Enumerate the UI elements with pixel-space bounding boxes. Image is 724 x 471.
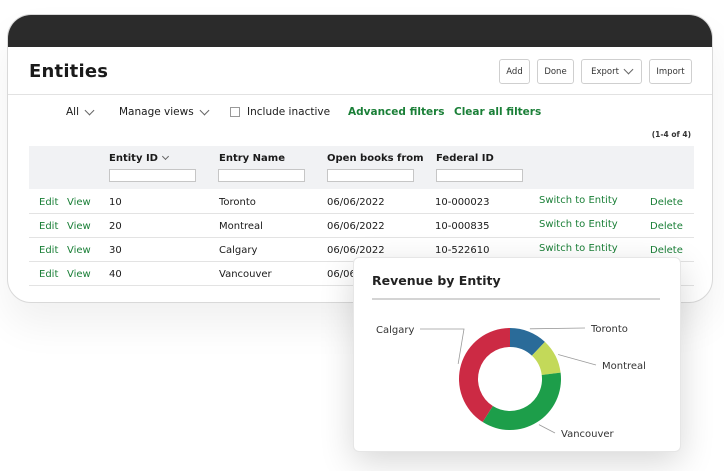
- chevron-down-icon: [84, 105, 95, 115]
- leader-line-toronto: [529, 327, 586, 330]
- donut-slice-calgary[interactable]: [458, 328, 510, 423]
- add-button-label: Add: [506, 66, 523, 77]
- view-link[interactable]: View: [67, 269, 91, 280]
- clear-all-filters-link[interactable]: Clear all filters: [454, 105, 541, 119]
- done-button-label: Done: [544, 66, 567, 77]
- export-button[interactable]: Export: [581, 59, 642, 84]
- sort-descending-icon: [161, 152, 170, 160]
- entry-name-filter-input[interactable]: [218, 169, 305, 182]
- entity-id-cell: 30: [109, 245, 122, 256]
- edit-link[interactable]: Edit: [39, 197, 58, 208]
- chevron-down-icon: [623, 64, 634, 75]
- add-button[interactable]: Add: [499, 59, 530, 84]
- import-button[interactable]: Import: [649, 59, 692, 84]
- entry-name-cell: Montreal: [219, 221, 263, 232]
- switch-to-entity-link[interactable]: Switch to Entity: [539, 219, 618, 230]
- include-inactive-toggle[interactable]: Include inactive: [230, 105, 330, 119]
- import-button-label: Import: [656, 66, 685, 77]
- include-inactive-label: Include inactive: [247, 106, 331, 118]
- page-title: Entities: [29, 61, 109, 82]
- manage-views-dropdown[interactable]: Manage views: [119, 105, 210, 119]
- entity-id-filter-input[interactable]: [109, 169, 196, 182]
- delete-link[interactable]: Delete: [650, 245, 683, 256]
- federal-id-cell: 10-000023: [435, 197, 490, 208]
- view-link[interactable]: View: [67, 245, 91, 256]
- column-header-entity-id[interactable]: Entity ID: [109, 152, 170, 164]
- column-header-open-books-from[interactable]: Open books from: [327, 153, 424, 164]
- manage-views-label: Manage views: [119, 106, 194, 118]
- window-title-bar: [8, 15, 712, 47]
- federal-id-cell: 10-000835: [435, 221, 490, 232]
- entry-name-cell: Toronto: [219, 197, 256, 208]
- export-button-label: Export: [591, 66, 619, 77]
- slice-label-toronto: Toronto: [590, 324, 628, 335]
- chevron-down-icon: [199, 105, 210, 115]
- slice-label-calgary: Calgary: [376, 325, 414, 336]
- view-selector-label: All: [66, 106, 80, 118]
- federal-id-filter-input[interactable]: [436, 169, 523, 182]
- slice-label-vancouver: Vancouver: [561, 429, 615, 440]
- entity-id-cell: 40: [109, 269, 122, 280]
- view-selector[interactable]: All: [66, 105, 95, 119]
- column-header-federal-id[interactable]: Federal ID: [436, 153, 494, 164]
- open-books-cell: 06/06/2022: [327, 197, 385, 208]
- entity-id-cell: 10: [109, 197, 122, 208]
- edit-link[interactable]: Edit: [39, 269, 58, 280]
- view-link[interactable]: View: [67, 197, 91, 208]
- donut-slice-vancouver[interactable]: [482, 372, 561, 431]
- table-row: Edit View 10 Toronto 06/06/2022 10-00002…: [29, 190, 694, 214]
- leader-line-vancouver: [538, 424, 556, 434]
- include-inactive-checkbox[interactable]: [230, 107, 240, 117]
- entry-name-cell: Calgary: [219, 245, 258, 256]
- delete-link[interactable]: Delete: [650, 197, 683, 208]
- edit-link[interactable]: Edit: [39, 221, 58, 232]
- leader-line-montreal: [558, 354, 597, 366]
- column-header-entry-name[interactable]: Entry Name: [219, 153, 285, 164]
- advanced-filters-link[interactable]: Advanced filters: [348, 105, 445, 119]
- slice-label-montreal: Montreal: [602, 361, 646, 372]
- open-books-filter-input[interactable]: [327, 169, 414, 182]
- table-row: Edit View 20 Montreal 06/06/2022 10-0008…: [29, 214, 694, 238]
- entity-id-cell: 20: [109, 221, 122, 232]
- header-divider: [8, 94, 712, 95]
- delete-link[interactable]: Delete: [650, 221, 683, 232]
- revenue-chart-card: Revenue by Entity Toronto Montreal Vancouv…: [353, 257, 681, 452]
- federal-id-cell: 10-522610: [435, 245, 490, 256]
- column-header-label: Entity ID: [109, 153, 158, 164]
- edit-link[interactable]: Edit: [39, 245, 58, 256]
- view-link[interactable]: View: [67, 221, 91, 232]
- done-button[interactable]: Done: [537, 59, 574, 84]
- record-count: (1-4 of 4): [651, 130, 691, 139]
- switch-to-entity-link[interactable]: Switch to Entity: [539, 243, 618, 254]
- open-books-cell: 06/06/2022: [327, 245, 385, 256]
- open-books-cell: 06/06/2022: [327, 221, 385, 232]
- switch-to-entity-link[interactable]: Switch to Entity: [539, 195, 618, 206]
- leader-line-calgary: [420, 328, 465, 365]
- revenue-donut-chart: Toronto Montreal Vancouver Calgary: [376, 324, 646, 440]
- entry-name-cell: Vancouver: [219, 269, 272, 280]
